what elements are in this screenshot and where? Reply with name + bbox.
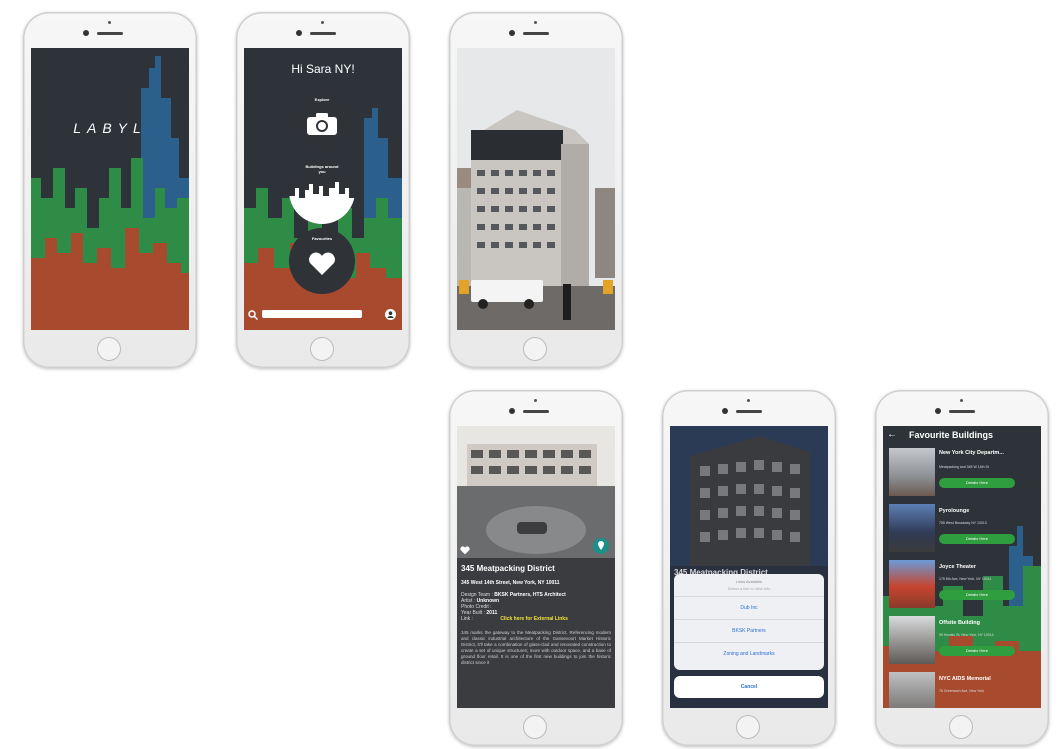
sensor-dot — [534, 21, 537, 24]
front-camera — [722, 408, 728, 414]
detail-fields: Design Team : BKSK Partners, HTS Archite… — [461, 592, 611, 622]
home-screen: Hi Sara NY! Explore Buildings around you… — [244, 48, 402, 330]
favourite-address: 95 Horatio St, New York, NY 10014 — [939, 633, 994, 637]
earpiece — [310, 32, 336, 35]
pin-icon — [598, 541, 604, 550]
sensor-dot — [960, 399, 963, 402]
splash-screen: LABYL — [31, 48, 189, 330]
sensor-dot — [321, 21, 324, 24]
detail-screen: 345 Meatpacking District 345 West 14th S… — [457, 426, 615, 708]
favourite-list-item[interactable]: Offsite Building 95 Horatio St, New York… — [883, 614, 1041, 670]
favourites-screen: ← Favourite Buildings New York City Depa… — [883, 426, 1041, 708]
home-button[interactable] — [523, 715, 547, 739]
favourite-name: Joyce Theater — [939, 564, 976, 570]
favourite-name: NYC AIDS Memorial — [939, 676, 991, 682]
building-gallery-image[interactable] — [457, 426, 615, 558]
favourites-label: Favourites — [311, 236, 333, 241]
favourite-address: 755 West Broadway NY 10013 — [939, 521, 987, 525]
buildings-around-button[interactable]: Buildings around you — [289, 158, 355, 224]
building-thumbnail — [889, 672, 935, 708]
greeting-text: Hi Sara NY! — [291, 62, 355, 76]
home-button[interactable] — [736, 715, 760, 739]
favourite-list-item[interactable]: Pyrolounge 755 West Broadway NY 10013 De… — [883, 502, 1041, 558]
building-photo — [457, 48, 615, 330]
favourite-address: 76 Greenwich Ave, New York — [939, 689, 985, 693]
ar-nearby-badge[interactable] — [593, 538, 609, 554]
earpiece — [97, 32, 123, 35]
home-button[interactable] — [97, 337, 121, 361]
front-camera — [509, 30, 515, 36]
camera-icon — [307, 113, 337, 135]
building-thumbnail — [889, 616, 935, 664]
app-logo: LABYL — [73, 120, 147, 136]
link-option-zoning-landmarks[interactable]: Zoning and Landmarks — [674, 642, 824, 665]
explore-button[interactable]: Explore — [289, 88, 355, 154]
favourites-button[interactable]: Favourites — [289, 228, 355, 294]
city-skyline-icon — [289, 182, 355, 224]
phone-favourites: ← Favourite Buildings New York City Depa… — [875, 390, 1049, 746]
back-arrow-icon[interactable]: ← — [887, 430, 897, 440]
favourites-title: Favourite Buildings — [909, 430, 994, 440]
favourite-list-item[interactable]: New York City Departm... Meatpacking and… — [883, 446, 1041, 502]
earpiece — [949, 410, 975, 413]
building-title: 345 Meatpacking District — [461, 564, 555, 573]
sensor-dot — [534, 399, 537, 402]
explore-label: Explore — [314, 97, 330, 102]
phone-splash: LABYL — [23, 12, 197, 368]
details-button[interactable]: Details Here — [939, 478, 1015, 488]
camera-viewfinder[interactable] — [457, 48, 615, 330]
links-screen: 345 Meatpacking District Links Available… — [670, 426, 828, 708]
skyline-graphic — [31, 56, 189, 330]
profile-icon[interactable] — [385, 309, 396, 320]
front-camera — [509, 408, 515, 414]
favourite-name: Pyrolounge — [939, 508, 970, 514]
building-description: 345 marks the gateway to the Meatpacking… — [461, 630, 611, 665]
field-row: Link : Click here for External Links — [461, 616, 611, 622]
field-label: Link : — [461, 616, 473, 622]
link-option-dub-inc[interactable]: Dub Inc — [674, 596, 824, 619]
favourite-heart-icon[interactable] — [460, 546, 470, 555]
building-thumbnail — [889, 504, 935, 552]
details-button[interactable]: Details Here — [939, 590, 1015, 600]
favourite-name: New York City Departm... — [939, 450, 1004, 456]
earpiece — [523, 410, 549, 413]
search-icon[interactable] — [248, 310, 258, 320]
sheet-subtitle: Select a link to view info — [727, 586, 771, 591]
home-button[interactable] — [523, 337, 547, 361]
heart-icon — [309, 252, 335, 275]
favourite-name: Offsite Building — [939, 620, 980, 626]
front-camera — [935, 408, 941, 414]
favourite-list-item[interactable]: NYC AIDS Memorial 76 Greenwich Ave, New … — [883, 670, 1041, 708]
links-action-sheet: Links Available Select a link to view in… — [674, 574, 824, 670]
earpiece — [736, 410, 762, 413]
building-address: 345 West 14th Street, New York, NY 10011 — [461, 580, 560, 586]
home-button[interactable] — [949, 715, 973, 739]
cancel-button[interactable]: Cancel — [674, 676, 824, 698]
external-links-link[interactable]: Click here for External Links — [500, 616, 568, 622]
sensor-dot — [108, 21, 111, 24]
phone-home: Hi Sara NY! Explore Buildings around you… — [236, 12, 410, 368]
search-input[interactable] — [262, 310, 362, 318]
link-option-bksk-partners[interactable]: BKSK Partners — [674, 619, 824, 642]
sheet-title: Links Available — [735, 579, 763, 584]
front-camera — [83, 30, 89, 36]
home-button[interactable] — [310, 337, 334, 361]
favourite-address: Meatpacking and 345 W 14th St — [939, 465, 989, 469]
building-thumbnail — [889, 560, 935, 608]
phone-camera — [449, 12, 623, 368]
front-camera — [296, 30, 302, 36]
sensor-dot — [747, 399, 750, 402]
earpiece — [523, 32, 549, 35]
building-thumbnail — [889, 448, 935, 496]
phone-detail: 345 Meatpacking District 345 West 14th S… — [449, 390, 623, 746]
favourite-list-item[interactable]: Joyce Theater 175 8th Ave, New York, NY … — [883, 558, 1041, 614]
details-button[interactable]: Details Here — [939, 646, 1015, 656]
field-value: BKSK Partners, HTS Architect — [494, 592, 566, 598]
phone-links-sheet: 345 Meatpacking District Links Available… — [662, 390, 836, 746]
details-button[interactable]: Details Here — [939, 534, 1015, 544]
favourite-address: 175 8th Ave, New York, NY 10011 — [939, 577, 992, 581]
